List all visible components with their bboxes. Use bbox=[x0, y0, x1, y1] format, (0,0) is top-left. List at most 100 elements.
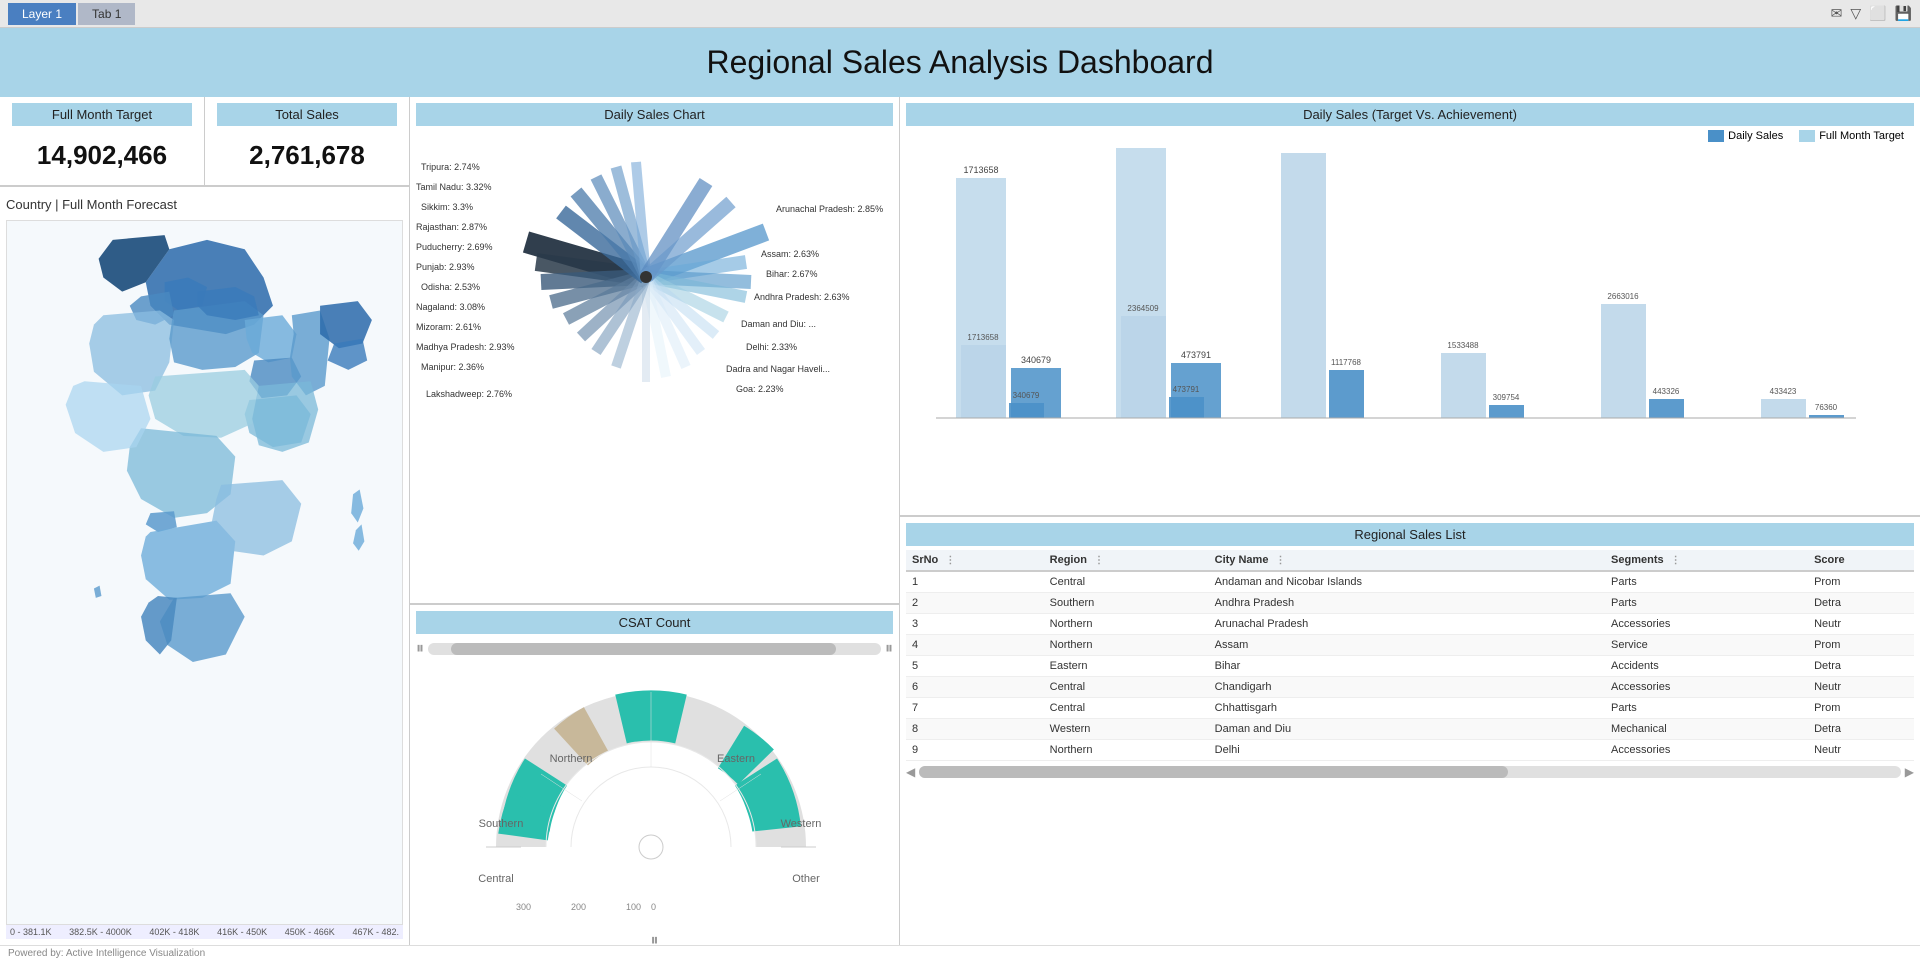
col-resize-region[interactable]: ⋮ bbox=[1094, 555, 1104, 566]
svg-text:Mizoram: 2.61%: Mizoram: 2.61% bbox=[416, 322, 481, 332]
table-row: 6 Central Chandigarh Accessories Neutr bbox=[906, 677, 1914, 698]
cell-region: Central bbox=[1044, 698, 1209, 719]
col-resize-segment[interactable]: ⋮ bbox=[1671, 555, 1681, 566]
northern-label: Northern bbox=[550, 753, 593, 765]
top-icons: ✉ ▽ ⬜ 💾 bbox=[1831, 5, 1912, 22]
mail-icon[interactable]: ✉ bbox=[1831, 5, 1843, 22]
svg-text:2663016: 2663016 bbox=[1607, 292, 1639, 301]
svg-text:Gujarat: 2.89%: Gujarat: 2.89% bbox=[726, 406, 786, 407]
csat-svg: Northern Eastern Southern Western Centra… bbox=[416, 662, 886, 917]
col-city: City Name ⋮ bbox=[1209, 550, 1605, 571]
svg-text:309754: 309754 bbox=[1493, 393, 1520, 402]
table-row: 1 Central Andaman and Nicobar Islands Pa… bbox=[906, 571, 1914, 593]
cell-srno: 2 bbox=[906, 593, 1044, 614]
cell-region: Eastern bbox=[1044, 656, 1209, 677]
col-resize-srno[interactable]: ⋮ bbox=[945, 555, 955, 566]
table-row: 5 Eastern Bihar Accidents Detra bbox=[906, 656, 1914, 677]
csat-scroll-down[interactable]: ⏸ bbox=[650, 932, 658, 950]
right-panel: Daily Sales (Target Vs. Achievement) Dai… bbox=[900, 97, 1920, 945]
cell-region: Western bbox=[1044, 719, 1209, 740]
daily-sales-chart-section: Daily Sales Chart bbox=[410, 97, 899, 605]
cell-segment: Parts bbox=[1605, 571, 1808, 593]
svg-text:1117768: 1117768 bbox=[1331, 358, 1362, 367]
cell-srno: 1 bbox=[906, 571, 1044, 593]
cell-srno: 9 bbox=[906, 740, 1044, 761]
svg-text:Andhra Pradesh: 2.63%: Andhra Pradesh: 2.63% bbox=[754, 292, 850, 302]
tab-layer1[interactable]: Layer 1 bbox=[8, 3, 76, 25]
svg-text:473791: 473791 bbox=[1173, 385, 1200, 394]
bar-chart-legend: Daily Sales Full Month Target bbox=[906, 130, 1914, 142]
filter-icon[interactable]: ▽ bbox=[1850, 5, 1861, 22]
svg-text:433423: 433423 bbox=[1770, 387, 1797, 396]
legend-daily-label: Daily Sales bbox=[1728, 130, 1783, 142]
regional-sales-table-section: Regional Sales List SrNo ⋮ Region ⋮ City… bbox=[900, 517, 1920, 945]
table-scroll-left[interactable]: ◀ bbox=[906, 765, 915, 779]
bar-chart-svg: 1713658 340679 2364509 473791 bbox=[906, 148, 1866, 458]
col-segment: Segments ⋮ bbox=[1605, 550, 1808, 571]
cell-segment: Parts bbox=[1605, 593, 1808, 614]
cell-score: Prom bbox=[1808, 571, 1914, 593]
full-month-target-box: Full Month Target 14,902,466 bbox=[0, 97, 205, 185]
footer: Powered by: Active Intelligence Visualiz… bbox=[0, 945, 1920, 965]
legend-target-label: Full Month Target bbox=[1819, 130, 1904, 142]
eastern-label: Eastern bbox=[717, 753, 755, 765]
cell-region: Central bbox=[1044, 677, 1209, 698]
svg-text:Madhya Pradesh: 2.93%: Madhya Pradesh: 2.93% bbox=[416, 342, 515, 352]
svg-text:1713658: 1713658 bbox=[967, 333, 999, 342]
total-sales-value: 2,761,678 bbox=[217, 132, 397, 179]
save-icon[interactable]: 💾 bbox=[1895, 5, 1912, 22]
cell-segment: Service bbox=[1605, 635, 1808, 656]
table-row: 3 Northern Arunachal Pradesh Accessories… bbox=[906, 614, 1914, 635]
svg-text:Nagaland: 3.08%: Nagaland: 3.08% bbox=[416, 302, 485, 312]
cell-srno: 3 bbox=[906, 614, 1044, 635]
cell-score: Detra bbox=[1808, 719, 1914, 740]
table-row: 4 Northern Assam Service Prom bbox=[906, 635, 1914, 656]
total-sales-box: Total Sales 2,761,678 bbox=[205, 97, 409, 185]
svg-text:Bihar: 2.67%: Bihar: 2.67% bbox=[766, 269, 818, 279]
cell-score: Neutr bbox=[1808, 740, 1914, 761]
legend-target: Full Month Target bbox=[1799, 130, 1904, 142]
cell-segment: Accessories bbox=[1605, 740, 1808, 761]
svg-text:76360: 76360 bbox=[1815, 403, 1838, 412]
metrics-row: Full Month Target 14,902,466 Total Sales… bbox=[0, 97, 409, 187]
map-container[interactable] bbox=[6, 220, 403, 925]
legend-daily-color bbox=[1708, 130, 1724, 142]
csat-chart-container: Northern Eastern Southern Western Centra… bbox=[416, 662, 893, 932]
center-panel: Daily Sales Chart bbox=[410, 97, 900, 945]
col-resize-city[interactable]: ⋮ bbox=[1276, 555, 1286, 566]
table-row: 9 Northern Delhi Accessories Neutr bbox=[906, 740, 1914, 761]
daily-sales-chart-title: Daily Sales Chart bbox=[416, 103, 893, 126]
cell-city: Andaman and Nicobar Islands bbox=[1209, 571, 1605, 593]
svg-text:Lakshadweep: 2.76%: Lakshadweep: 2.76% bbox=[426, 389, 512, 399]
cell-city: Assam bbox=[1209, 635, 1605, 656]
cell-score: Neutr bbox=[1808, 614, 1914, 635]
layout-icon[interactable]: ⬜ bbox=[1869, 5, 1886, 22]
daily-sales-chart-container: Arunachal Pradesh: 2.85% Assam: 2.63% Bi… bbox=[416, 132, 893, 412]
tab-tab1[interactable]: Tab 1 bbox=[78, 3, 135, 25]
top-bar: Layer 1 Tab 1 ✉ ▽ ⬜ 💾 bbox=[0, 0, 1920, 28]
svg-text:Arunachal Pradesh: 2.85%: Arunachal Pradesh: 2.85% bbox=[776, 204, 883, 214]
svg-text:Odisha: 2.53%: Odisha: 2.53% bbox=[421, 282, 480, 292]
cell-score: Detra bbox=[1808, 656, 1914, 677]
svg-text:Delhi: 2.33%: Delhi: 2.33% bbox=[746, 342, 797, 352]
csat-section: CSAT Count ⏸ ⏸ bbox=[410, 605, 899, 945]
svg-text:2364509: 2364509 bbox=[1127, 304, 1159, 313]
csat-scroll-left[interactable]: ⏸ bbox=[416, 640, 424, 658]
svg-text:Daman and Diu: ...: Daman and Diu: ... bbox=[741, 319, 816, 329]
full-month-target-value: 14,902,466 bbox=[12, 132, 192, 179]
southern-label: Southern bbox=[479, 818, 524, 830]
cell-region: Southern bbox=[1044, 593, 1209, 614]
table-scroll-right[interactable]: ▶ bbox=[1905, 765, 1914, 779]
svg-text:1533488: 1533488 bbox=[1447, 341, 1479, 350]
svg-text:Manipur: 2.36%: Manipur: 2.36% bbox=[421, 362, 484, 372]
central-label: Central bbox=[478, 873, 513, 885]
cell-score: Prom bbox=[1808, 698, 1914, 719]
map-title: Country | Full Month Forecast bbox=[6, 193, 403, 216]
legend-daily-sales: Daily Sales bbox=[1708, 130, 1783, 142]
cell-city: Delhi bbox=[1209, 740, 1605, 761]
csat-scroll-right[interactable]: ⏸ bbox=[885, 640, 893, 658]
svg-text:0: 0 bbox=[651, 902, 656, 912]
table-row: 8 Western Daman and Diu Mechanical Detra bbox=[906, 719, 1914, 740]
cell-city: Chandigarh bbox=[1209, 677, 1605, 698]
cell-region: Northern bbox=[1044, 614, 1209, 635]
